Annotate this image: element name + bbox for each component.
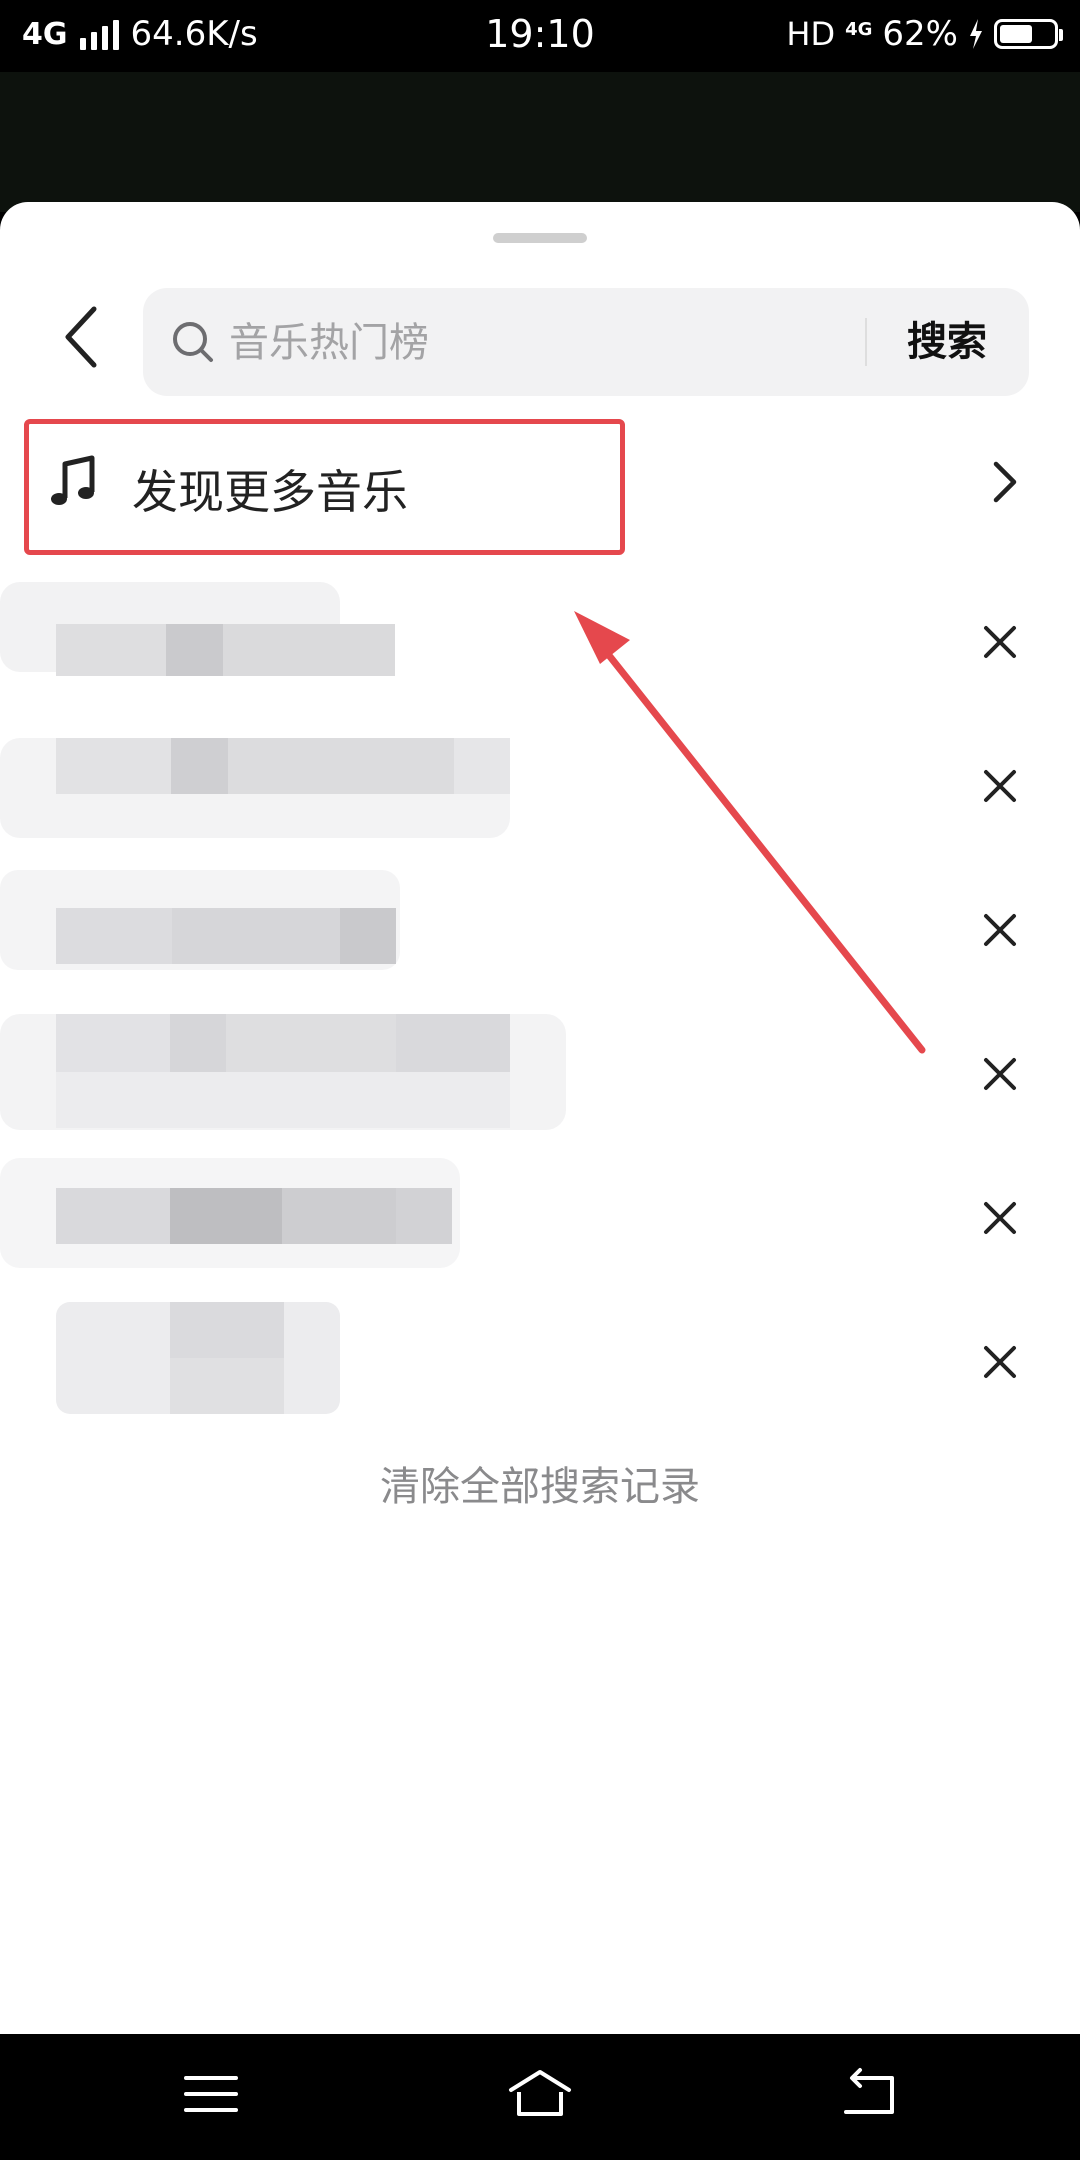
history-item-text (0, 1014, 566, 1134)
close-icon[interactable] (976, 1050, 1024, 1098)
network-type-right: 4G (845, 19, 873, 40)
search-input[interactable] (227, 310, 991, 376)
battery-fill (1000, 25, 1033, 43)
close-icon[interactable] (976, 906, 1024, 954)
search-box[interactable]: 搜索 (143, 288, 1029, 396)
history-item[interactable] (0, 1014, 1080, 1134)
back-button[interactable] (52, 302, 108, 372)
navigation-bar (0, 2034, 1080, 2160)
status-right: HD 4G 62% (786, 14, 1063, 54)
history-item[interactable] (0, 582, 1080, 702)
close-icon[interactable] (976, 762, 1024, 810)
history-item-text (0, 1302, 340, 1422)
back-icon[interactable] (834, 2064, 904, 2124)
chevron-left-icon (65, 306, 97, 368)
close-icon[interactable] (976, 1194, 1024, 1242)
hd-indicator: HD (786, 15, 836, 53)
battery-icon (994, 19, 1063, 49)
battery-percent: 62% (882, 14, 958, 54)
close-icon[interactable] (976, 618, 1024, 666)
clear-all-history-button[interactable]: 清除全部搜索记录 (0, 1454, 1080, 1512)
chevron-right-icon (993, 461, 1017, 503)
history-item[interactable] (0, 870, 1080, 990)
history-item-text (0, 870, 400, 990)
search-button[interactable]: 搜索 (885, 310, 1009, 374)
history-item[interactable] (0, 726, 1080, 846)
sheet-drag-handle[interactable] (493, 233, 587, 243)
history-item[interactable] (0, 1158, 1080, 1278)
history-item-text (0, 726, 510, 846)
search-icon (173, 322, 213, 362)
search-divider (865, 318, 867, 366)
dimmed-background (0, 72, 1080, 212)
history-item-text (0, 1158, 460, 1278)
menu-icon[interactable] (176, 2064, 246, 2124)
highlight-box (24, 419, 625, 555)
charging-icon (970, 19, 982, 49)
home-icon[interactable] (505, 2064, 575, 2124)
close-icon[interactable] (976, 1338, 1024, 1386)
history-item[interactable] (0, 1302, 1080, 1422)
status-bar: 4G 64.6K/s 19:10 HD 4G 62% (0, 0, 1080, 72)
history-item-text (0, 582, 395, 702)
